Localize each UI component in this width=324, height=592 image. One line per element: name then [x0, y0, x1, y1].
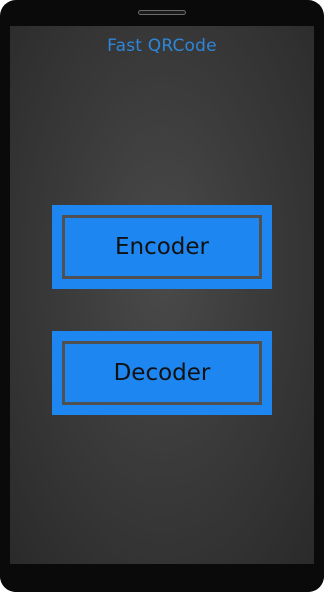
encoder-button-frame: Encoder — [62, 215, 262, 279]
decoder-button-label: Decoder — [113, 360, 211, 386]
device-frame: Fast QRCode Encoder Decoder — [0, 0, 324, 592]
decoder-button-frame: Decoder — [62, 341, 262, 405]
app-screen: Fast QRCode Encoder Decoder — [10, 26, 314, 564]
bottom-bezel — [0, 564, 324, 592]
app-title: Fast QRCode — [107, 36, 217, 56]
speaker-grille — [138, 10, 186, 15]
decoder-button[interactable]: Decoder — [52, 331, 272, 415]
encoder-button[interactable]: Encoder — [52, 205, 272, 289]
encoder-button-label: Encoder — [114, 234, 210, 260]
